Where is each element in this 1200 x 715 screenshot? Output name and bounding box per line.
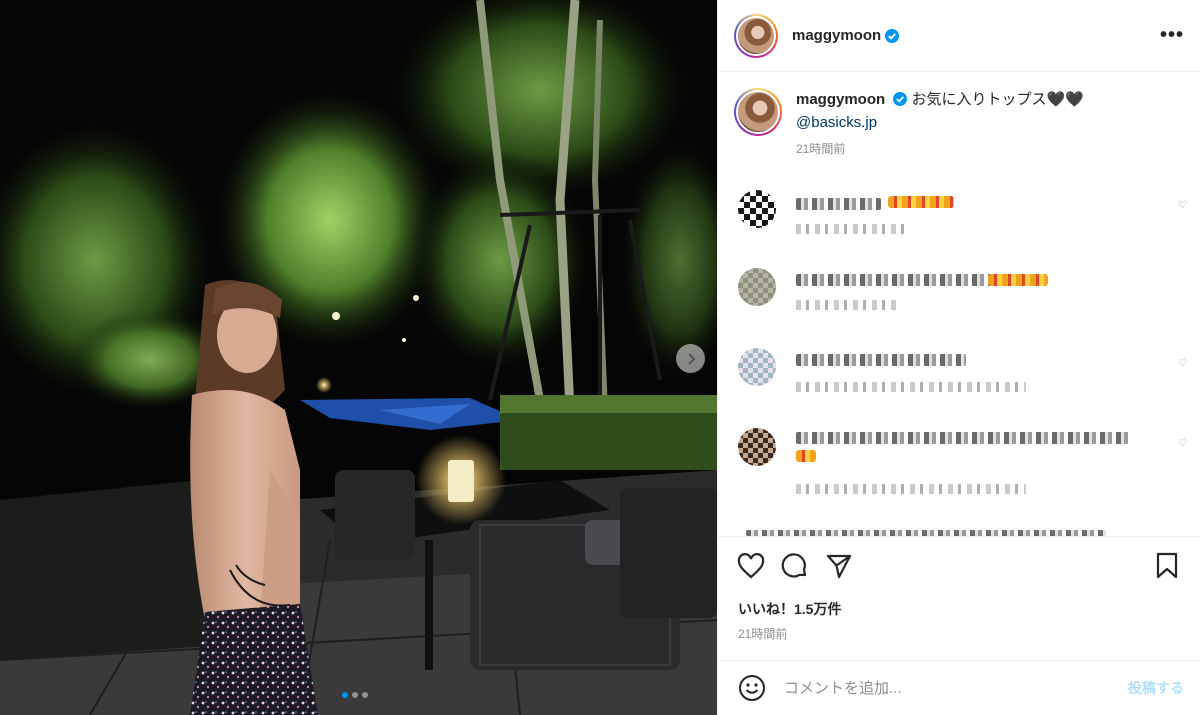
carousel-dot[interactable] (352, 692, 358, 698)
smiley-icon[interactable] (738, 674, 766, 702)
avatar[interactable] (738, 428, 776, 466)
like-count[interactable]: いいね！1.5万件 (738, 599, 1184, 619)
header-username[interactable]: maggymoon (792, 27, 881, 44)
bookmark-icon[interactable] (1150, 549, 1184, 583)
add-comment-bar: 投稿する (718, 660, 1200, 715)
comment-text (796, 198, 881, 210)
comment-input[interactable] (784, 679, 1084, 697)
carousel-dot[interactable] (362, 692, 368, 698)
avatar[interactable] (734, 13, 778, 58)
carousel-indicator (342, 692, 368, 698)
comment-text (796, 432, 1131, 444)
avatar[interactable] (738, 268, 776, 306)
carousel-dot[interactable] (342, 692, 348, 698)
comment-text (796, 354, 966, 366)
more-options-icon[interactable]: ••• (1160, 24, 1184, 47)
comments-list[interactable]: ♡ ♡ ♡ (718, 178, 1200, 536)
post-timestamp[interactable]: 21時間前 (738, 625, 1184, 642)
post-actions: いいね！1.5万件 21時間前 (718, 536, 1200, 642)
comment-heart-icon[interactable]: ♡ (1178, 200, 1188, 211)
comment-bubble-icon[interactable] (778, 549, 812, 583)
caption-timestamp[interactable]: 21時間前 (796, 138, 1084, 161)
comment-heart-icon[interactable]: ♡ (1178, 358, 1188, 369)
verified-badge-icon (893, 92, 908, 106)
mention-link[interactable]: @basicks.jp (796, 111, 1084, 134)
post-comment-button[interactable]: 投稿する (1128, 678, 1184, 698)
comment-heart-icon[interactable]: ♡ (1178, 438, 1188, 449)
verified-badge-icon (885, 28, 900, 43)
caption-text: お気に入りトップス🖤🖤 (911, 91, 1084, 108)
paper-plane-icon[interactable] (822, 549, 856, 583)
avatar[interactable] (738, 190, 776, 228)
post-side-panel: maggymoon ••• maggymoon お気に入りトップス🖤🖤 @bas… (717, 0, 1200, 715)
next-slide-button[interactable] (676, 344, 705, 373)
comment-meta (796, 382, 1026, 392)
post-caption: maggymoon お気に入りトップス🖤🖤 @basicks.jp 21時間前 (718, 72, 1200, 161)
photo-scene (0, 0, 717, 715)
caption-avatar[interactable] (734, 88, 782, 136)
comment-meta (796, 484, 1026, 494)
caption-username[interactable]: maggymoon (796, 91, 885, 108)
chevron-right-icon (687, 352, 695, 365)
comment-emoji (888, 196, 954, 208)
comment-emoji (796, 450, 816, 462)
comment-meta (796, 300, 901, 310)
post-header: maggymoon ••• (718, 0, 1200, 72)
comment-emoji (988, 274, 1048, 286)
comment-meta (796, 224, 906, 234)
avatar[interactable] (738, 348, 776, 386)
post-photo[interactable] (0, 0, 717, 715)
heart-icon[interactable] (734, 549, 768, 583)
